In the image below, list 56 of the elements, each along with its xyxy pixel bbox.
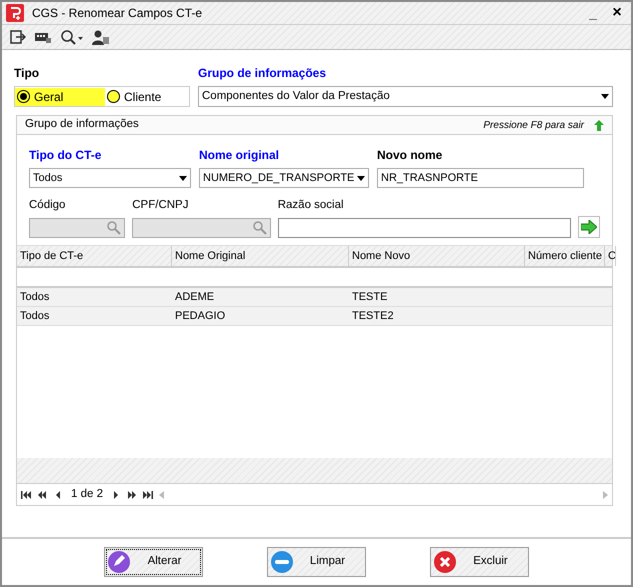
column-header[interactable]: Número cliente (525, 246, 605, 266)
column-header[interactable]: Tipo de CT-e (17, 246, 172, 266)
search-icon (107, 221, 122, 236)
dropdown[interactable]: Componentes do Valor da Prestação (198, 86, 613, 107)
action-button[interactable]: Excluir (430, 547, 529, 577)
dropdown[interactable]: NUMERO_DE_TRANSPORTE (199, 168, 369, 188)
input-field[interactable]: NR_TRASNPORTE (377, 168, 584, 188)
caret-icon (357, 176, 365, 180)
table-cell-text: PEDAGIO (174, 309, 226, 324)
caret-icon (179, 176, 187, 180)
input-field[interactable] (132, 218, 271, 238)
exit-icon[interactable] (10, 29, 26, 45)
field-label: Tipo (14, 65, 40, 82)
table-cell-text: Todos (19, 290, 50, 305)
page-indicator: 1 de 2 (70, 487, 104, 502)
field-label: CPF/CNPJ (132, 198, 190, 213)
search-icon (252, 221, 267, 236)
field-label: Tipo do CT-e (29, 147, 102, 164)
input-field[interactable] (29, 218, 126, 238)
panel-title: Grupo de informações (25, 117, 140, 132)
column-header[interactable]: Nome Original (172, 246, 349, 266)
table-cell-text: TESTE (351, 290, 388, 305)
first-page-icon[interactable] (21, 490, 31, 499)
close-icon (434, 551, 456, 573)
caret-icon (601, 94, 609, 99)
action-button[interactable]: Alterar (104, 547, 203, 577)
arrow-up-icon[interactable] (594, 120, 604, 130)
hint-text: Pressione F8 para sair (483, 118, 584, 132)
action-button[interactable]: Limpar (267, 547, 366, 577)
field-label: Razão social (278, 198, 345, 213)
field-label: Grupo de informações (198, 65, 328, 82)
table-cell-text: TESTE2 (351, 309, 395, 324)
radio-button[interactable] (17, 90, 30, 103)
app-logo-icon (6, 4, 24, 22)
close-button[interactable]: × (607, 5, 627, 21)
radio-option[interactable]: Geral (15, 88, 105, 106)
arrow-right-button[interactable] (578, 216, 600, 238)
table-cell-text: Todos (19, 309, 50, 324)
dropdown[interactable]: Todos (29, 168, 191, 188)
rewind-icon[interactable] (37, 490, 47, 499)
user-icon[interactable] (92, 29, 110, 45)
field-label: Nome original (199, 147, 280, 164)
input-field[interactable] (278, 218, 572, 238)
field-label: Novo nome (377, 147, 444, 164)
table-cell-text: ADEME (174, 290, 216, 305)
minus-icon (271, 551, 293, 573)
column-header[interactable]: Nome Novo (349, 246, 525, 266)
search-icon[interactable] (60, 29, 84, 45)
arrow-right-icon (581, 220, 598, 234)
last-page-icon[interactable] (142, 490, 153, 499)
edit-icon (108, 551, 130, 573)
window-title: CGS - Renomear Campos CT-e (32, 5, 204, 22)
fast-forward-icon[interactable] (126, 490, 137, 499)
field-label: Código (29, 198, 66, 213)
minimize-button[interactable]: _ (583, 6, 603, 20)
radio-button[interactable] (107, 90, 120, 103)
